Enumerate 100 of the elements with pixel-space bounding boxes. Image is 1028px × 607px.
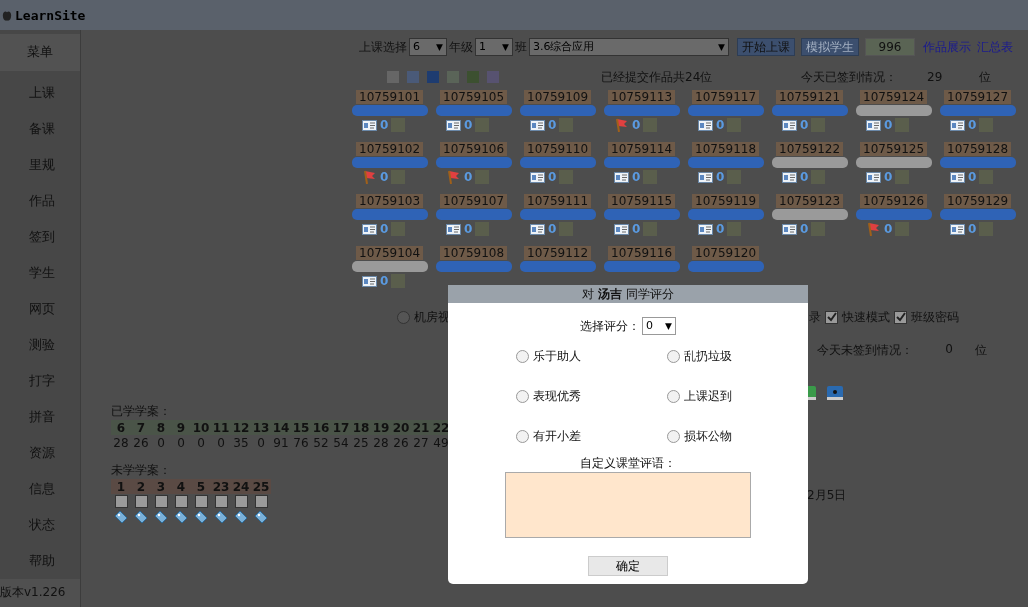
id-card-icon[interactable] <box>782 171 797 183</box>
student-id[interactable]: 10759120 <box>692 246 760 260</box>
id-card-icon[interactable] <box>950 119 965 131</box>
checkbox[interactable] <box>214 495 228 508</box>
id-card-icon[interactable] <box>782 223 797 235</box>
id-card-icon[interactable] <box>698 223 713 235</box>
plan-number[interactable]: 13 <box>251 420 271 435</box>
radio-button[interactable] <box>666 389 680 403</box>
checkbox[interactable] <box>194 495 208 508</box>
plan-number[interactable]: 25 <box>251 479 271 494</box>
student-id[interactable]: 10759101 <box>356 90 424 104</box>
student-id[interactable]: 10759127 <box>944 90 1012 104</box>
checkbox[interactable] <box>825 310 838 324</box>
tag-icon[interactable] <box>214 509 228 524</box>
plan-number[interactable]: 3 <box>151 479 171 494</box>
student-id[interactable]: 10759113 <box>608 90 676 104</box>
student-id[interactable]: 10759126 <box>860 194 928 208</box>
id-card-icon[interactable] <box>530 119 545 131</box>
plan-number[interactable]: 11 <box>211 420 231 435</box>
lesson-select[interactable]: 3.6综合应用 ▼ <box>529 38 729 56</box>
student-id[interactable]: 10759121 <box>776 90 844 104</box>
plan-number[interactable]: 9 <box>171 420 191 435</box>
student-id[interactable]: 10759103 <box>356 194 424 208</box>
id-card-icon[interactable] <box>614 171 629 183</box>
plan-number[interactable]: 12 <box>231 420 251 435</box>
plan-number[interactable]: 17 <box>331 420 351 435</box>
plan-number[interactable]: 5 <box>191 479 211 494</box>
student-id[interactable]: 10759128 <box>944 142 1012 156</box>
student-id[interactable]: 10759116 <box>608 246 676 260</box>
plan-number[interactable]: 21 <box>411 420 431 435</box>
code-field[interactable]: 996 <box>865 38 915 56</box>
plan-number[interactable]: 15 <box>291 420 311 435</box>
student-id[interactable]: 10759118 <box>692 142 760 156</box>
id-card-icon[interactable] <box>698 171 713 183</box>
student-id[interactable]: 10759105 <box>440 90 508 104</box>
plan-number[interactable]: 20 <box>391 420 411 435</box>
class-select[interactable]: 1 ▼ <box>475 38 513 56</box>
plan-number[interactable]: 8 <box>151 420 171 435</box>
id-card-icon[interactable] <box>446 119 461 131</box>
score-select[interactable]: 0 ▼ <box>642 317 676 335</box>
id-card-icon[interactable] <box>866 171 881 183</box>
radio-button[interactable] <box>515 429 529 443</box>
id-card-icon[interactable] <box>530 171 545 183</box>
plan-number[interactable]: 14 <box>271 420 291 435</box>
student-id[interactable]: 10759109 <box>524 90 592 104</box>
checkbox[interactable] <box>114 495 128 508</box>
student-id[interactable]: 10759123 <box>776 194 844 208</box>
id-card-icon[interactable] <box>362 119 377 131</box>
tag-icon[interactable] <box>194 509 208 524</box>
checkbox[interactable] <box>894 310 907 324</box>
plan-number[interactable]: 2 <box>131 479 151 494</box>
radio-button[interactable] <box>666 429 680 443</box>
plan-number[interactable]: 22 <box>431 420 451 435</box>
student-id[interactable]: 10759102 <box>356 142 424 156</box>
student-id[interactable]: 10759124 <box>860 90 928 104</box>
nav-link[interactable]: 作品展示 <box>923 38 971 56</box>
student-id[interactable]: 10759117 <box>692 90 760 104</box>
id-card-icon[interactable] <box>530 223 545 235</box>
student-id[interactable]: 10759106 <box>440 142 508 156</box>
student-id[interactable]: 10759110 <box>524 142 592 156</box>
checkbox[interactable] <box>154 495 168 508</box>
student-id[interactable]: 10759125 <box>860 142 928 156</box>
checkbox[interactable] <box>174 495 188 508</box>
id-card-icon[interactable] <box>782 119 797 131</box>
plan-number[interactable]: 18 <box>351 420 371 435</box>
student-id[interactable]: 10759107 <box>440 194 508 208</box>
id-card-icon[interactable] <box>950 171 965 183</box>
id-card-icon[interactable] <box>866 119 881 131</box>
id-card-icon[interactable] <box>446 223 461 235</box>
tag-icon[interactable] <box>174 509 188 524</box>
tag-icon[interactable] <box>254 509 268 524</box>
plan-number[interactable]: 19 <box>371 420 391 435</box>
confirm-button[interactable]: 确定 <box>588 556 668 576</box>
checkbox[interactable] <box>134 495 148 508</box>
plan-number[interactable]: 6 <box>111 420 131 435</box>
student-id[interactable]: 10759114 <box>608 142 676 156</box>
book-icon[interactable] <box>826 385 844 401</box>
plan-number[interactable]: 4 <box>171 479 191 494</box>
comment-field[interactable] <box>505 472 751 538</box>
student-id[interactable]: 10759111 <box>524 194 592 208</box>
tag-icon[interactable] <box>154 509 168 524</box>
student-id[interactable]: 10759112 <box>524 246 592 260</box>
checkbox[interactable] <box>254 495 268 508</box>
plan-number[interactable]: 23 <box>211 479 231 494</box>
tag-icon[interactable] <box>234 509 248 524</box>
plan-number[interactable]: 1 <box>111 479 131 494</box>
plan-number[interactable]: 24 <box>231 479 251 494</box>
checkbox[interactable] <box>234 495 248 508</box>
student-id[interactable]: 10759129 <box>944 194 1012 208</box>
radio-button[interactable] <box>515 389 529 403</box>
id-card-icon[interactable] <box>362 275 377 287</box>
nav-link[interactable]: 汇总表 <box>977 38 1013 56</box>
student-id[interactable]: 10759108 <box>440 246 508 260</box>
student-id[interactable]: 10759122 <box>776 142 844 156</box>
tag-icon[interactable] <box>114 509 128 524</box>
id-card-icon[interactable] <box>950 223 965 235</box>
plan-number[interactable]: 10 <box>191 420 211 435</box>
id-card-icon[interactable] <box>614 223 629 235</box>
plan-number[interactable]: 16 <box>311 420 331 435</box>
tag-icon[interactable] <box>134 509 148 524</box>
